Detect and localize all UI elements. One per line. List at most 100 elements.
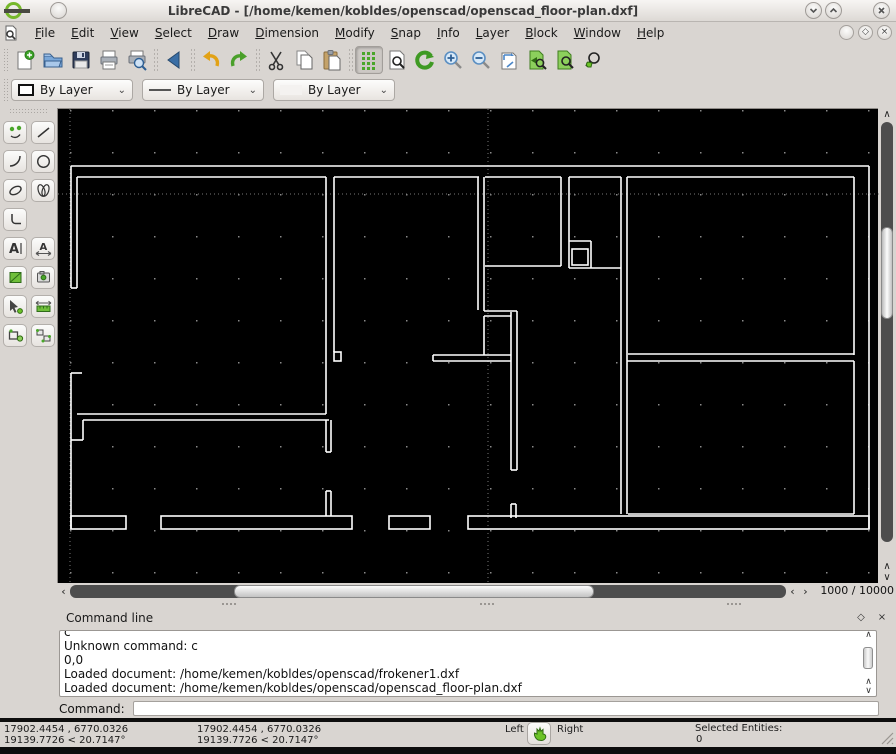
spline-tool-button[interactable] [31, 179, 55, 202]
resize-grip[interactable] [881, 732, 894, 745]
menu-layer[interactable]: Layer [468, 24, 517, 42]
menu-draw[interactable]: Draw [200, 24, 247, 42]
maximize-button[interactable] [825, 2, 842, 19]
horizontal-scrollbar[interactable]: ‹ ‹ › [57, 583, 812, 600]
horizontal-scroll-track[interactable] [70, 585, 786, 598]
zoom-pan-button[interactable] [579, 46, 607, 74]
circle-tool-button[interactable] [31, 150, 55, 173]
modify-tool-button[interactable] [3, 295, 27, 318]
panel-close-button[interactable]: × [875, 611, 889, 625]
undo-button[interactable] [197, 46, 225, 74]
select-icon [35, 329, 51, 343]
hatch-tool-button[interactable] [3, 266, 27, 289]
scroll-left-button[interactable]: ‹ [57, 585, 70, 598]
print-preview-button[interactable] [123, 46, 151, 74]
scroll-up-button[interactable]: ∧ [878, 561, 896, 572]
mdi-minimize-button[interactable] [839, 25, 854, 40]
menu-dimension[interactable]: Dimension [247, 24, 327, 42]
open-folder-icon [43, 53, 63, 68]
line-type-swatch [280, 85, 302, 95]
previous-view-button[interactable] [523, 46, 551, 74]
vertical-scroll-thumb[interactable] [881, 227, 893, 319]
minimize-button[interactable] [805, 2, 822, 19]
zoom-selected-button[interactable] [551, 46, 579, 74]
points-tool-button[interactable] [3, 121, 27, 144]
menu-help[interactable]: Help [629, 24, 672, 42]
zoom-window-button[interactable] [383, 46, 411, 74]
polyline-tool-button[interactable] [3, 208, 27, 231]
copy-button[interactable] [290, 46, 318, 74]
grid-toggle-button[interactable] [355, 46, 383, 74]
absolute-coordinates-polar: 19139.7726 < 20.7147° [4, 735, 126, 746]
line-tool-button[interactable] [31, 121, 55, 144]
menu-window[interactable]: Window [566, 24, 629, 42]
scroll-up-button[interactable]: ∧ [861, 631, 876, 640]
ellipse-tool-button[interactable] [3, 179, 27, 202]
mdi-restore-button[interactable]: ◇ [858, 25, 873, 40]
menu-info[interactable]: Info [429, 24, 468, 42]
mouse-left-label: Left [505, 724, 524, 735]
relative-coordinates: 17902.4454 , 6770.0326 19139.7726 < 20.7… [197, 724, 321, 746]
toolbar-grip[interactable] [9, 108, 49, 113]
toolbar-grip[interactable] [3, 48, 8, 72]
paste-button[interactable] [318, 46, 346, 74]
command-history-scrollbar[interactable]: ∧ ∧ ∨ [861, 631, 876, 696]
close-button[interactable] [873, 2, 890, 19]
modify-icon [9, 300, 23, 314]
measure-tool-button[interactable] [31, 295, 55, 318]
line-width-combobox[interactable]: By Layer ⌄ [142, 79, 264, 101]
scroll-up-button[interactable]: ∧ [878, 108, 896, 123]
open-file-button[interactable] [39, 46, 67, 74]
block-tool-button[interactable] [3, 324, 27, 347]
arc-tool-button[interactable] [3, 150, 27, 173]
scroll-left-button[interactable]: ‹ [786, 585, 799, 598]
color-combobox[interactable]: By Layer ⌄ [11, 79, 133, 101]
menu-view[interactable]: View [102, 24, 146, 42]
line-type-combobox[interactable]: By Layer ⌄ [273, 79, 395, 101]
vertical-scroll-track[interactable] [881, 122, 893, 542]
command-scroll-thumb[interactable] [863, 647, 873, 669]
scroll-down-button[interactable]: ∨ [861, 687, 876, 696]
horizontal-scroll-thumb[interactable] [234, 585, 594, 598]
vertical-scrollbar[interactable]: ∧ ∧ ∨ [878, 108, 896, 583]
window-menu-button[interactable] [50, 2, 67, 19]
scroll-down-button[interactable]: ∨ [878, 572, 896, 583]
back-button[interactable] [160, 46, 188, 74]
mouse-right-label: Right [557, 724, 584, 735]
drawing-area[interactable] [57, 108, 879, 584]
menu-block[interactable]: Block [517, 24, 565, 42]
menu-modify[interactable]: Modify [327, 24, 383, 42]
refresh-icon [415, 50, 434, 70]
panel-float-button[interactable]: ◇ [854, 611, 868, 625]
command-input[interactable] [132, 701, 879, 716]
menu-file[interactable]: File [27, 24, 63, 42]
command-history[interactable]: c Unknown command: c 0,0 Loaded document… [59, 630, 877, 697]
menu-select[interactable]: Select [147, 24, 200, 42]
redo-button[interactable] [225, 46, 253, 74]
command-panel-title: Command line [66, 610, 154, 625]
image-tool-button[interactable] [31, 266, 55, 289]
dimension-tool-button[interactable]: A [31, 237, 55, 260]
auto-zoom-button[interactable] [495, 46, 523, 74]
new-file-button[interactable] [11, 46, 39, 74]
scroll-right-button[interactable]: › [799, 585, 812, 598]
mdi-close-button[interactable]: × [877, 25, 892, 40]
menu-edit[interactable]: Edit [63, 24, 102, 42]
redraw-button[interactable] [411, 46, 439, 74]
zoom-out-button[interactable] [467, 46, 495, 74]
cut-button[interactable] [262, 46, 290, 74]
menu-bar: File Edit View Select Draw Dimension Mod… [0, 22, 896, 44]
print-button[interactable] [95, 46, 123, 74]
mouse-hint-button[interactable] [527, 722, 551, 745]
color-combobox-value: By Layer [40, 83, 93, 97]
svg-text:A: A [9, 242, 19, 257]
main-toolbar [0, 44, 896, 76]
toolbar-grip[interactable] [3, 78, 8, 102]
floor-plan-drawing[interactable] [58, 109, 879, 584]
auto-zoom-icon [501, 52, 517, 70]
save-file-button[interactable] [67, 46, 95, 74]
select-tool-button[interactable] [31, 324, 55, 347]
text-tool-button[interactable]: A [3, 237, 27, 260]
menu-snap[interactable]: Snap [383, 24, 429, 42]
zoom-in-button[interactable] [439, 46, 467, 74]
